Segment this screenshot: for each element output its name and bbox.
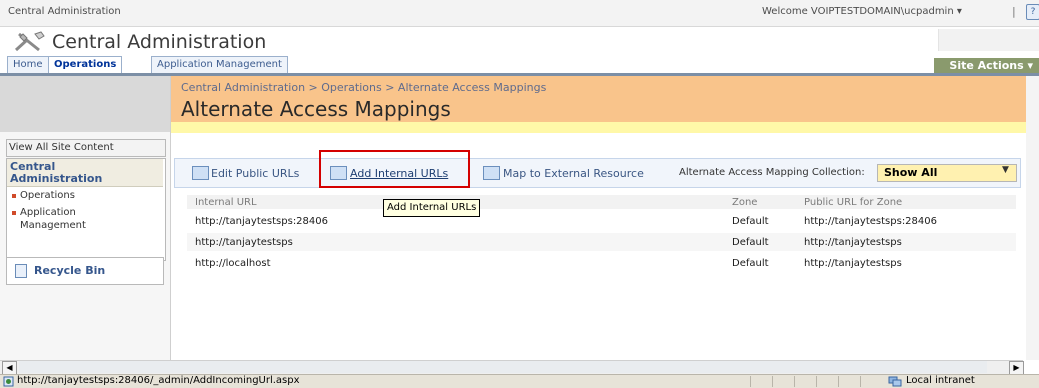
site-actions-menu[interactable]: Site Actions ▾: [934, 58, 1039, 73]
status-zone: Local intranet: [906, 375, 975, 386]
status-cell: [816, 376, 837, 387]
vertical-scrollbar[interactable]: [1026, 76, 1039, 360]
topbar-divider: |: [1012, 5, 1016, 18]
edit-public-urls-button[interactable]: Edit Public URLs: [211, 167, 299, 180]
map-external-resource-button[interactable]: Map to External Resource: [503, 167, 644, 180]
internal-url-link[interactable]: http://tanjaytestsps: [195, 237, 293, 248]
internal-url-link[interactable]: http://localhost: [195, 258, 271, 269]
dropdown-arrow-icon: ▼: [1002, 165, 1009, 175]
public-url-cell: http://tanjaytestsps:28406: [804, 216, 937, 227]
edit-icon: [192, 166, 209, 180]
help-icon[interactable]: ?: [1026, 4, 1039, 20]
status-cell: [750, 376, 771, 387]
scroll-left-icon[interactable]: ◀: [2, 361, 17, 375]
top-bar: Central Administration Welcome VOIPTESTD…: [0, 0, 1039, 27]
scrollbar-thumb[interactable]: [19, 361, 987, 373]
zone-cell: Default: [732, 216, 769, 227]
nav-link-application-management[interactable]: Application Management: [20, 206, 130, 232]
title-divider: [171, 122, 1039, 133]
internal-url-link[interactable]: http://tanjaytestsps:28406: [195, 216, 328, 227]
site-title[interactable]: Central Administration: [52, 31, 266, 53]
zone-cell: Default: [732, 237, 769, 248]
bullet-icon: [12, 194, 16, 198]
public-url-cell: http://tanjaytestsps: [804, 258, 902, 269]
public-url-cell: http://tanjaytestsps: [804, 237, 902, 248]
collection-label: Alternate Access Mapping Collection:: [679, 167, 865, 178]
view-all-site-content-link[interactable]: View All Site Content: [6, 139, 166, 157]
left-nav: View All Site Content Central Administra…: [0, 76, 171, 362]
tab-application-management[interactable]: Application Management: [151, 56, 288, 73]
recycle-bin-label: Recycle Bin: [34, 264, 106, 277]
nav-link-operations[interactable]: Operations: [20, 189, 75, 202]
collection-select-value: Show All: [884, 166, 938, 179]
column-header-public-url: Public URL for Zone: [804, 197, 903, 208]
bullet-icon: [12, 211, 16, 215]
tab-row: Home Operations Application Management: [0, 56, 1039, 76]
collection-select[interactable]: Show All ▼: [877, 164, 1017, 182]
column-header-zone: Zone: [732, 197, 758, 208]
quick-launch-title[interactable]: Central Administration: [10, 161, 130, 185]
left-nav-header: [0, 76, 170, 132]
column-header-internal-url: Internal URL: [195, 197, 257, 208]
quick-launch-panel: Central Administration Operations Applic…: [6, 158, 166, 261]
status-cell: [838, 376, 859, 387]
browser-page-icon: [3, 376, 14, 387]
status-bar: http://tanjaytestsps:28406/_admin/AddInc…: [0, 374, 1039, 388]
recycle-bin-icon: [15, 264, 27, 278]
site-link[interactable]: Central Administration: [8, 6, 121, 17]
status-cell: [794, 376, 815, 387]
tab-home[interactable]: Home: [7, 56, 49, 73]
status-cell: [860, 376, 881, 387]
tab-operations[interactable]: Operations: [48, 56, 123, 73]
status-cell: [772, 376, 793, 387]
status-url: http://tanjaytestsps:28406/_admin/AddInc…: [17, 375, 300, 386]
tools-logo-icon: [14, 31, 45, 52]
tooltip: Add Internal URLs: [383, 199, 481, 217]
breadcrumb[interactable]: Central Administration > Operations > Al…: [181, 81, 546, 94]
quick-launch-heading: Central Administration: [7, 159, 163, 187]
title-row: Central Administration: [0, 27, 1039, 56]
map-icon: [483, 166, 500, 180]
recycle-bin-link[interactable]: Recycle Bin: [6, 257, 164, 285]
search-area: [938, 29, 1039, 51]
scroll-right-icon[interactable]: ▶: [1009, 361, 1024, 375]
highlight-box: [319, 150, 470, 188]
intranet-zone-icon: [888, 376, 902, 387]
zone-cell: Default: [732, 258, 769, 269]
page-title: Alternate Access Mappings: [181, 97, 451, 121]
welcome-menu[interactable]: Welcome VOIPTESTDOMAIN\ucpadmin ▾: [762, 6, 962, 17]
